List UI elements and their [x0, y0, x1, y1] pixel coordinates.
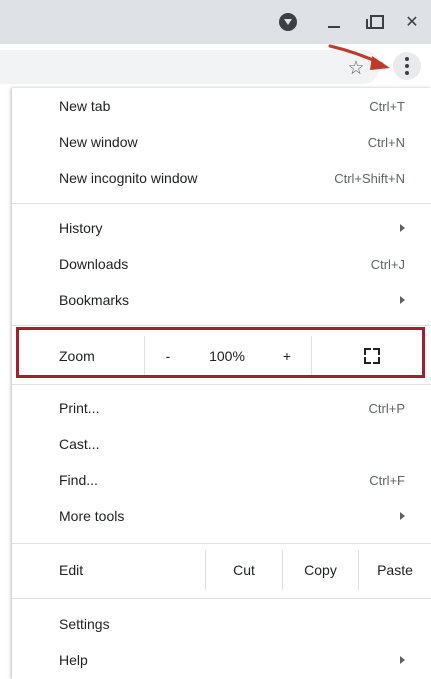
submenu-arrow-icon [400, 656, 405, 664]
zoom-level: 100% [209, 348, 245, 364]
menu-item-new-window[interactable]: New window Ctrl+N [12, 124, 431, 160]
submenu-arrow-icon [400, 296, 405, 304]
menu-item-more-tools[interactable]: More tools [12, 498, 431, 534]
edit-row: Edit Cut Copy Paste [12, 550, 431, 590]
browser-menu: New tab Ctrl+T New window Ctrl+N New inc… [12, 88, 431, 679]
menu-separator [12, 384, 431, 385]
menu-item-print[interactable]: Print... Ctrl+P [12, 390, 431, 426]
menu-item-new-incognito-window[interactable]: New incognito window Ctrl+Shift+N [12, 160, 431, 196]
submenu-arrow-icon [400, 512, 405, 520]
menu-item-new-tab[interactable]: New tab Ctrl+T [12, 88, 431, 124]
zoom-row: Zoom - 100% + [12, 336, 431, 376]
edit-label: Edit [59, 562, 84, 578]
close-icon[interactable]: ✕ [400, 10, 424, 34]
menu-item-cast[interactable]: Cast... [12, 426, 431, 462]
menu-separator [12, 543, 431, 544]
restore-icon[interactable] [362, 10, 386, 34]
submenu-arrow-icon [400, 224, 405, 232]
minimize-icon[interactable] [322, 10, 346, 34]
menu-item-downloads[interactable]: Downloads Ctrl+J [12, 246, 431, 282]
menu-item-help[interactable]: Help [12, 642, 431, 678]
cut-button[interactable]: Cut [206, 550, 282, 590]
paste-button[interactable]: Paste [359, 550, 431, 590]
zoom-out-button[interactable]: - [145, 336, 191, 376]
page-content [0, 90, 12, 679]
menu-item-find[interactable]: Find... Ctrl+F [12, 462, 431, 498]
address-bar[interactable] [0, 50, 380, 84]
zoom-in-button[interactable]: + [264, 336, 310, 376]
fullscreen-button[interactable] [312, 336, 431, 376]
annotation-arrow-icon [328, 44, 390, 70]
menu-separator [12, 203, 431, 204]
menu-separator [12, 598, 431, 599]
menu-item-settings[interactable]: Settings [12, 606, 431, 642]
menu-separator [12, 325, 431, 326]
menu-item-bookmarks[interactable]: Bookmarks [12, 282, 431, 318]
profile-icon[interactable] [276, 10, 300, 34]
zoom-label: Zoom [59, 348, 95, 364]
menu-item-history[interactable]: History [12, 210, 431, 246]
fullscreen-icon [363, 348, 380, 364]
title-bar: ✕ [0, 0, 431, 44]
copy-button[interactable]: Copy [283, 550, 358, 590]
